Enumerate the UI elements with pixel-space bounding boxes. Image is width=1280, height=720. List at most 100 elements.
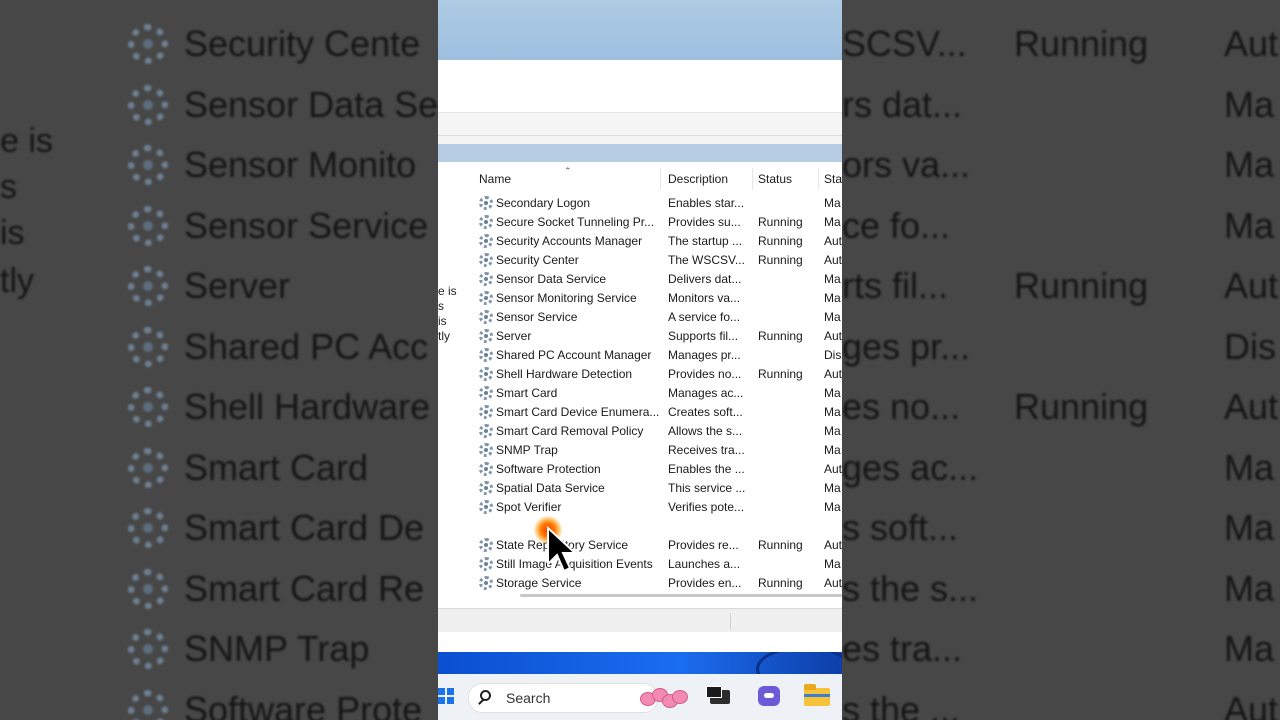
service-name: Shell Hardware Detection <box>496 367 633 381</box>
gear-icon <box>479 196 493 210</box>
service-name: Software Protection <box>496 462 601 476</box>
service-description: Provides su... <box>668 215 741 229</box>
gear-icon <box>479 367 493 381</box>
horizontal-scrollbar[interactable] <box>520 594 842 597</box>
background-service-startup: Dis <box>1224 325 1276 367</box>
services-list[interactable]: ⌃ Name Description Status Sta Secondary … <box>472 162 842 608</box>
gear-icon <box>479 576 493 590</box>
service-row[interactable]: Spot Verifier Verifies pote... Ma <box>472 498 842 517</box>
service-name: Smart Card <box>496 386 558 400</box>
description-text-fragment: is <box>438 314 447 328</box>
background-service-name: Sensor Service <box>184 204 429 246</box>
service-startup-type: Aut <box>824 253 842 267</box>
extended-standard-tabs <box>438 608 842 633</box>
background-service-status: Running <box>1014 23 1149 64</box>
service-startup-type: Ma <box>824 310 841 324</box>
service-startup-type: Aut <box>824 462 842 476</box>
service-description: A service fo... <box>668 310 741 324</box>
chat-icon[interactable] <box>758 686 780 706</box>
task-view-icon[interactable] <box>706 686 730 704</box>
service-row[interactable]: Security Accounts Manager The startup ...… <box>472 232 842 251</box>
service-description: Manages ac... <box>668 386 744 400</box>
taskbar-search-box[interactable]: Search <box>468 683 658 713</box>
service-row[interactable]: State Repository Service Provides re... Ru… <box>472 536 842 555</box>
service-row[interactable]: Sensor Monitoring Service Monitors va... M… <box>472 289 842 308</box>
background-service-desc: SCSV... <box>842 23 967 64</box>
service-startup-type: Ma <box>824 405 841 419</box>
service-startup-type: Dis <box>824 348 842 362</box>
service-startup-type: Ma <box>824 291 841 305</box>
service-description: Enables star... <box>668 196 745 210</box>
background-service-status: Running <box>1014 265 1149 306</box>
gear-icon <box>479 215 493 229</box>
service-startup-type: Ma <box>824 481 841 495</box>
service-row[interactable]: Shell Hardware Detection Provides no... Ru… <box>472 365 842 384</box>
service-row[interactable]: Smart Card Manages ac... Ma <box>472 384 842 403</box>
service-startup-type: Ma <box>824 196 841 210</box>
search-icon <box>480 690 491 701</box>
background-service-name: Smart Card Re <box>184 567 425 609</box>
sort-ascending-icon: ⌃ <box>564 166 572 176</box>
service-row[interactable]: SNMP Trap Receives tra... Ma <box>472 441 842 460</box>
column-header-startup-type[interactable]: Sta <box>824 172 842 186</box>
service-row[interactable]: Shared PC Account Manager Manages pr... Di… <box>472 346 842 365</box>
tab-divider <box>730 613 731 629</box>
service-row[interactable]: Spatial Data Service This service ... Ma <box>472 479 842 498</box>
gear-icon <box>479 500 493 514</box>
service-name: Sensor Monitoring Service <box>496 291 637 305</box>
service-startup-type: Aut <box>824 329 842 343</box>
service-row[interactable] <box>472 517 842 536</box>
column-header-description[interactable]: Description <box>668 172 728 186</box>
service-startup-type: Aut <box>824 538 842 552</box>
desktop-wallpaper-bottom <box>438 652 842 674</box>
description-text-fragment: e is <box>438 284 457 298</box>
description-text-fragment: tly <box>438 329 450 343</box>
service-status: Running <box>758 234 803 248</box>
background-description-fragment: s <box>0 168 17 206</box>
service-row[interactable]: Smart Card Removal Policy Allows the s...… <box>472 422 842 441</box>
column-divider[interactable] <box>818 168 819 190</box>
service-startup-type: Ma <box>824 500 841 514</box>
service-row[interactable]: Still Image Acquisition Events Launches a… <box>472 555 842 574</box>
service-startup-type: Ma <box>824 557 841 571</box>
gear-icon <box>128 689 168 720</box>
service-name: Sensor Data Service <box>496 272 607 286</box>
background-service-name: Smart Card De <box>184 507 425 548</box>
service-startup-type: Ma <box>824 215 841 229</box>
windows-start-icon[interactable] <box>438 688 454 704</box>
gear-icon <box>479 538 493 552</box>
column-divider[interactable] <box>752 168 753 190</box>
background-description-fragment: e is <box>0 122 53 160</box>
service-name: SNMP Trap <box>496 443 558 457</box>
background-service-name: Sensor Data Se <box>184 83 438 125</box>
background-service-name: SNMP Trap <box>184 628 370 669</box>
column-divider[interactable] <box>660 168 661 190</box>
column-header-name[interactable]: Name <box>479 172 511 186</box>
service-row[interactable]: Storage Service Provides en... Running Aut <box>472 574 842 593</box>
service-name: Smart Card Removal Policy <box>496 424 644 438</box>
search-label: Search <box>506 690 551 706</box>
service-status: Running <box>758 576 803 590</box>
service-row[interactable]: Secure Socket Tunneling Pr... Provides su… <box>472 213 842 232</box>
service-row[interactable]: Sensor Data Service Delivers dat... Ma <box>472 270 842 289</box>
description-text-fragment: s <box>438 299 444 313</box>
service-row[interactable]: Security Center The WSCSV... Running Aut <box>472 251 842 270</box>
service-row[interactable]: Server Supports fil... Running Aut <box>472 327 842 346</box>
service-description: Creates soft... <box>668 405 743 419</box>
service-row[interactable]: Smart Card Device Enumera... Creates soft… <box>472 403 842 422</box>
candy-widget-icon[interactable] <box>638 686 688 708</box>
service-row[interactable]: Software Protection Enables the ... Aut <box>472 460 842 479</box>
service-row[interactable]: Sensor Service A service fo... Ma <box>472 308 842 327</box>
service-name: Spot Verifier <box>496 500 562 514</box>
gear-icon <box>479 443 493 457</box>
service-name: Server <box>496 329 532 343</box>
background-description-fragment: is <box>0 214 25 252</box>
folder-icon[interactable] <box>804 684 830 706</box>
service-startup-type: Aut <box>824 367 842 381</box>
services-window-crop: e is s is tly ⌃ Name Description Status Sta… <box>438 0 842 720</box>
mouse-pointer-icon <box>547 526 576 573</box>
service-row[interactable]: Secondary Logon Enables star... Ma <box>472 194 842 213</box>
column-header-status[interactable]: Status <box>758 172 792 186</box>
extended-description-panel: e is s is tly <box>438 162 473 608</box>
gear-icon <box>479 481 493 495</box>
